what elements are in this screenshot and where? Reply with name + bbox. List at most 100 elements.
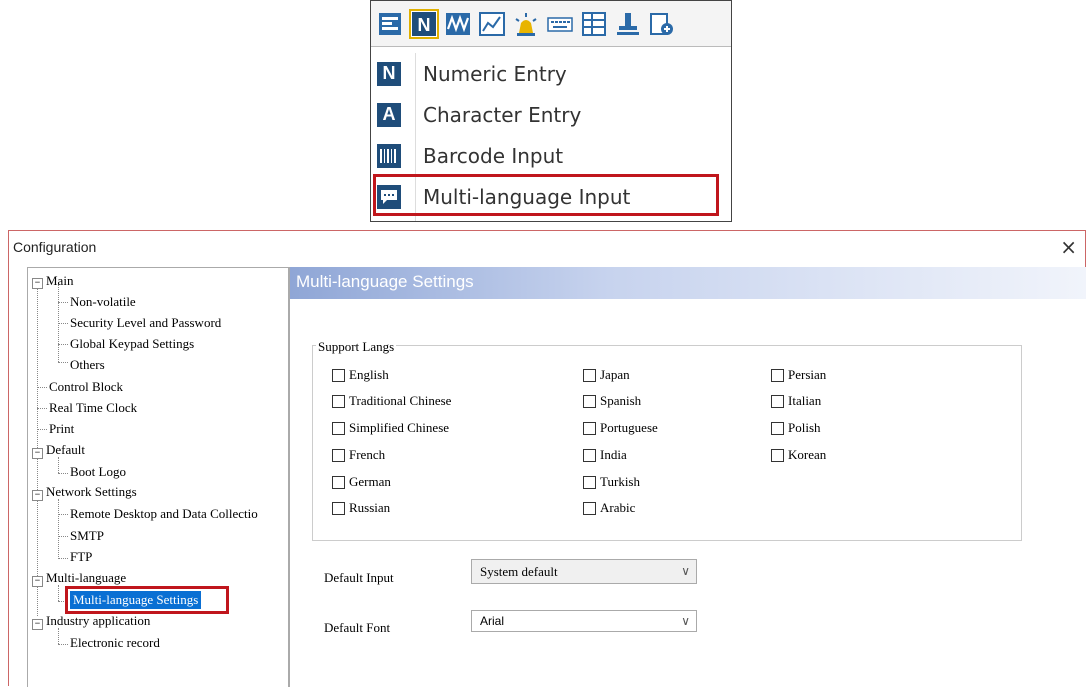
checkbox-india[interactable]: India [583, 447, 627, 463]
tree-connector [58, 302, 68, 303]
tree-connector [58, 457, 59, 473]
default-font-select[interactable]: Arial ∨ [471, 610, 697, 632]
checkbox-spanish[interactable]: Spanish [583, 393, 641, 409]
chat-bubble-icon [377, 184, 401, 209]
tree-connector [58, 344, 68, 345]
tree-connector [58, 644, 68, 645]
add-page-icon[interactable] [647, 9, 677, 39]
collapse-icon[interactable]: − [32, 448, 43, 459]
checkbox-box[interactable] [771, 394, 784, 408]
checkbox-box[interactable] [583, 448, 596, 462]
default-input-select[interactable]: System default ∨ [471, 559, 697, 584]
table-icon[interactable] [375, 9, 405, 39]
checkbox-polish[interactable]: Polish [771, 420, 821, 436]
checkbox-box[interactable] [583, 421, 596, 435]
dialog-title: Configuration [13, 239, 97, 255]
collapse-icon[interactable]: − [32, 278, 43, 289]
highlight-box [65, 586, 229, 614]
menu-item-barcode-input[interactable]: Barcode Input [371, 135, 731, 176]
checkbox-box[interactable] [583, 368, 596, 382]
chevron-down-icon: ∨ [681, 614, 690, 628]
configuration-dialog: Configuration × − Main Non-volatile Secu… [8, 230, 1086, 687]
checkbox-label: Polish [788, 420, 821, 435]
tree-item-smtp[interactable]: SMTP [70, 528, 104, 544]
checkbox-korean[interactable]: Korean [771, 447, 826, 463]
tree-connector [58, 499, 59, 559]
tree-item-remote-desktop[interactable]: Remote Desktop and Data Collectio [70, 506, 258, 522]
checkbox-box[interactable] [332, 448, 345, 462]
tree-connector [58, 473, 68, 474]
checkbox-box[interactable] [332, 421, 345, 435]
numeric-n-icon[interactable]: N [409, 8, 439, 39]
checkbox-french[interactable]: French [332, 447, 385, 463]
collapse-icon[interactable]: − [32, 576, 43, 587]
menu-item-numeric-entry[interactable]: N Numeric Entry [371, 53, 731, 94]
collapse-icon[interactable]: − [32, 490, 43, 501]
tree-item-multi-language[interactable]: Multi-language [46, 570, 126, 586]
checkbox-russian[interactable]: Russian [332, 500, 390, 516]
tree-item-electronic-record[interactable]: Electronic record [70, 635, 160, 651]
checkbox-label: India [600, 447, 627, 462]
checkbox-box[interactable] [332, 368, 345, 382]
tree-connector [58, 628, 59, 644]
checkbox-simplified-chinese[interactable]: Simplified Chinese [332, 420, 449, 436]
checkbox-label: Persian [788, 367, 827, 382]
settings-tree: − Main Non-volatile Security Level and P… [27, 267, 289, 687]
waveform-icon[interactable] [443, 9, 473, 39]
close-icon[interactable]: × [1060, 235, 1077, 259]
checkbox-traditional-chinese[interactable]: Traditional Chinese [332, 393, 451, 409]
menu-item-label: Character Entry [423, 102, 582, 127]
tree-item-network[interactable]: Network Settings [46, 484, 137, 500]
tree-item-security[interactable]: Security Level and Password [70, 315, 221, 331]
checkbox-box[interactable] [583, 501, 596, 515]
tree-connector [58, 585, 59, 601]
checkbox-turkish[interactable]: Turkish [583, 474, 640, 490]
pin-icon[interactable] [613, 9, 643, 39]
checkbox-persian[interactable]: Persian [771, 367, 826, 383]
tree-item-industry[interactable]: Industry application [46, 613, 150, 629]
checkbox-portuguese[interactable]: Portuguese [583, 420, 658, 436]
menu-item-label: Multi-language Input [423, 184, 631, 209]
tree-connector [37, 387, 47, 388]
menu-item-multi-language-input[interactable]: Multi-language Input [371, 174, 731, 217]
toolbar: N [371, 1, 731, 47]
checkbox-box[interactable] [583, 394, 596, 408]
tree-item-print[interactable]: Print [49, 421, 74, 437]
alarm-light-icon[interactable] [511, 9, 541, 39]
input-type-menu: N Numeric Entry A Character Entry Barcod… [371, 53, 731, 217]
checkbox-box[interactable] [771, 368, 784, 382]
checkbox-box[interactable] [332, 475, 345, 489]
tree-item-control-block[interactable]: Control Block [49, 379, 123, 395]
numeric-n-icon: N [377, 61, 401, 86]
checkbox-box[interactable] [771, 448, 784, 462]
menu-item-character-entry[interactable]: A Character Entry [371, 94, 731, 135]
checkbox-english[interactable]: English [332, 367, 389, 383]
checkbox-label: Japan [600, 367, 630, 382]
checkbox-italian[interactable]: Italian [771, 393, 821, 409]
checkbox-box[interactable] [583, 475, 596, 489]
checkbox-box[interactable] [332, 501, 345, 515]
keyboard-icon[interactable] [545, 9, 575, 39]
support-langs-legend: Support Langs [316, 339, 397, 355]
checkbox-label: Spanish [600, 393, 642, 408]
grid-icon[interactable] [579, 9, 609, 39]
tree-item-ftp[interactable]: FTP [70, 549, 92, 565]
collapse-icon[interactable]: − [32, 619, 43, 630]
checkbox-german[interactable]: German [332, 474, 391, 490]
checkbox-japan[interactable]: Japan [583, 367, 630, 383]
tree-item-others[interactable]: Others [70, 357, 105, 373]
chart-icon[interactable] [477, 9, 507, 39]
menu-item-label: Barcode Input [423, 143, 564, 168]
checkbox-box[interactable] [332, 394, 345, 408]
select-value: System default [480, 564, 558, 579]
tree-item-main[interactable]: Main [46, 273, 73, 289]
tree-item-global-keypad[interactable]: Global Keypad Settings [70, 336, 194, 352]
tree-item-default[interactable]: Default [46, 442, 85, 458]
checkbox-arabic[interactable]: Arabic [583, 500, 635, 516]
checkbox-label: Traditional Chinese [349, 393, 452, 408]
tree-item-rtc[interactable]: Real Time Clock [49, 400, 137, 416]
tree-item-non-volatile[interactable]: Non-volatile [70, 294, 136, 310]
checkbox-box[interactable] [771, 421, 784, 435]
checkbox-label: Korean [788, 447, 827, 462]
tree-item-boot-logo[interactable]: Boot Logo [70, 464, 126, 480]
